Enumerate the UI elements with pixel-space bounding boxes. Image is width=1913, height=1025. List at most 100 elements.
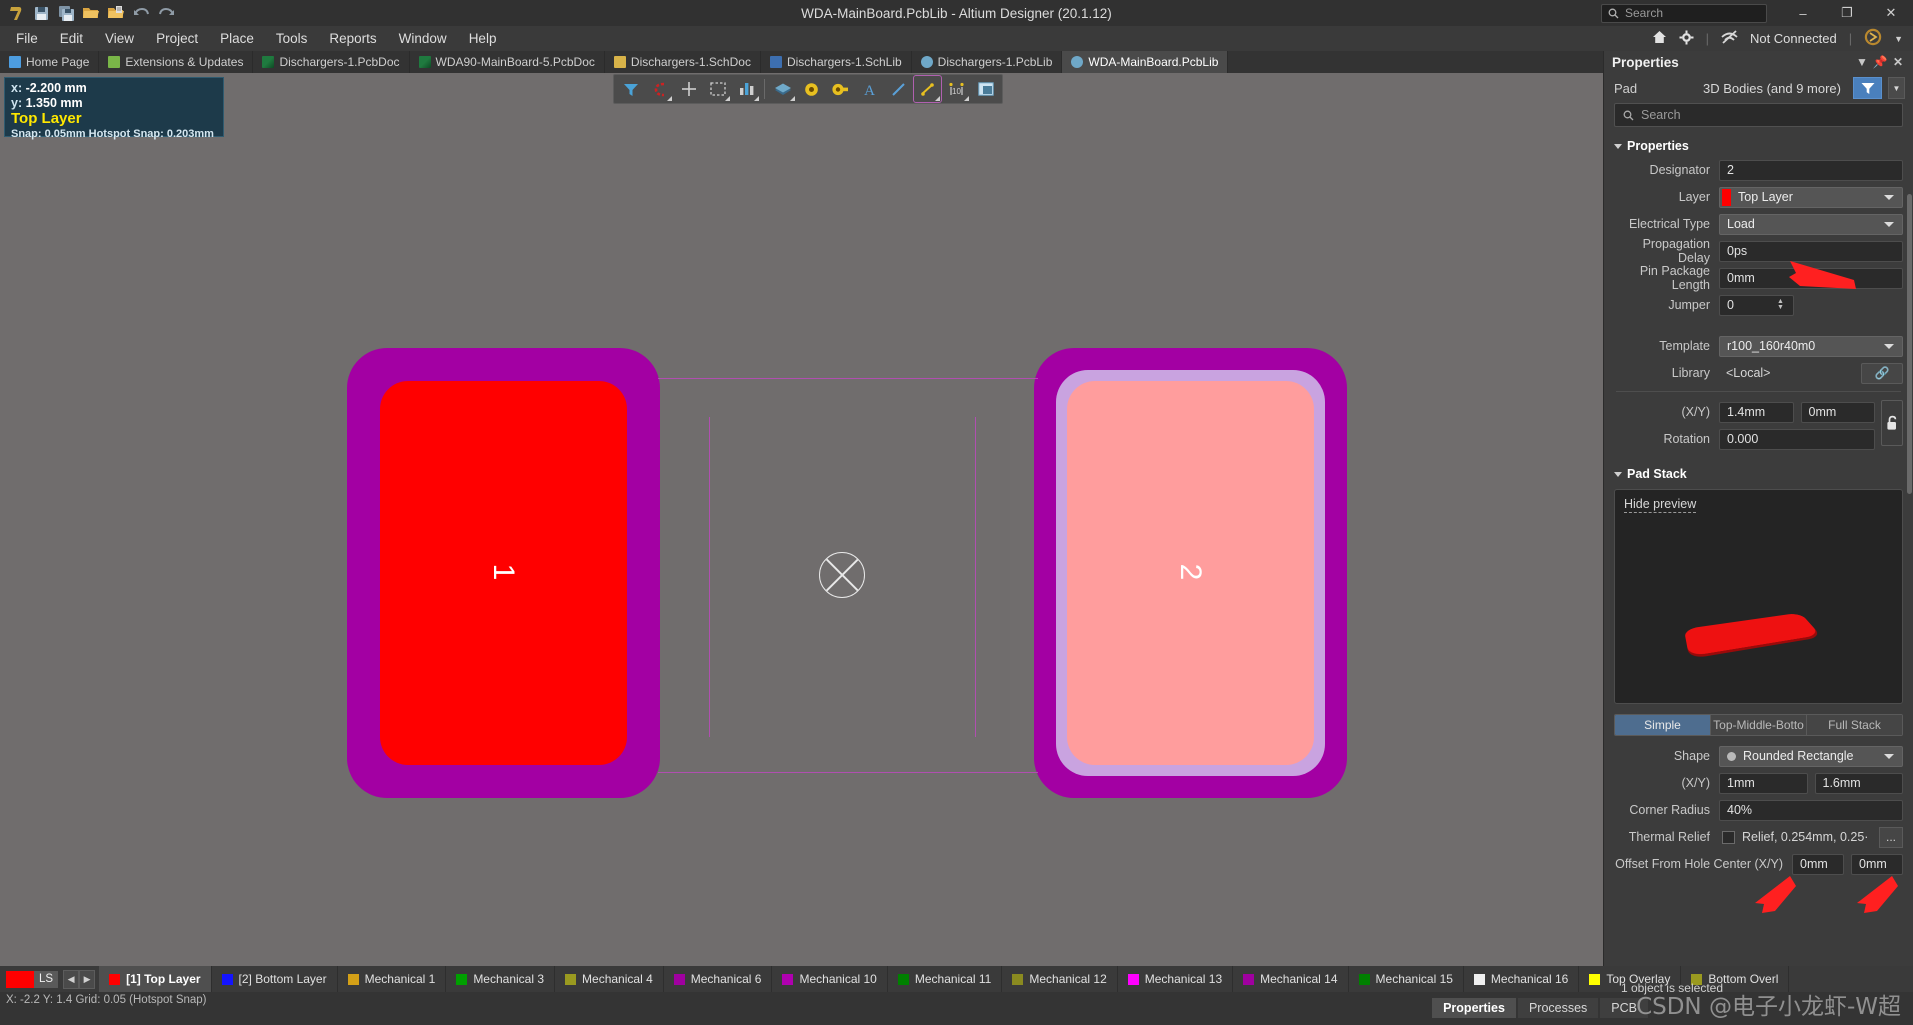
doctab-dischargers-1-schdoc[interactable]: Dischargers-1.SchDoc [605, 51, 761, 73]
chevron-right-icon[interactable]: ▶ [79, 969, 96, 989]
gear-icon[interactable] [1679, 30, 1694, 48]
dimension-icon[interactable] [913, 75, 942, 103]
corner-radius-input[interactable]: 40% [1719, 799, 1903, 821]
doctab-home-page[interactable]: Home Page [0, 51, 100, 73]
account-chevron-down-icon[interactable]: ▼ [1894, 34, 1903, 44]
close-button[interactable]: ✕ [1869, 0, 1913, 26]
pin-package-length-input[interactable]: 0mm [1719, 267, 1903, 289]
layer-tab-mechanical-4[interactable]: Mechanical 4 [555, 966, 664, 992]
layer-tab-mechanical-10[interactable]: Mechanical 10 [772, 966, 888, 992]
doctab-dischargers-1-pcbdoc[interactable]: Dischargers-1.PcbDoc [253, 51, 410, 73]
electrical-type-select[interactable]: Load [1719, 213, 1903, 235]
save-icon[interactable] [32, 5, 50, 21]
active-layer-color-swatch[interactable] [6, 970, 34, 988]
minimize-button[interactable]: – [1781, 0, 1825, 26]
doctab-extensions-updates[interactable]: Extensions & Updates [99, 51, 254, 73]
maximize-button[interactable]: ❐ [1825, 0, 1869, 26]
coordinate-icon[interactable]: 10 [943, 76, 970, 102]
tab-full-stack[interactable]: Full Stack [1807, 715, 1902, 735]
chevron-down-icon[interactable]: ▼ [1853, 55, 1871, 69]
position-y-input[interactable]: 0mm [1800, 401, 1875, 423]
section-header-properties[interactable]: Properties [1604, 134, 1913, 158]
pad-icon[interactable] [827, 76, 854, 102]
crosshair-icon[interactable] [675, 76, 702, 102]
offset-y-input[interactable]: 0mm [1851, 853, 1903, 875]
hide-preview-link[interactable]: Hide preview [1624, 497, 1697, 513]
thermal-relief-checkbox[interactable] [1722, 830, 1735, 844]
global-search-box[interactable]: Search [1601, 3, 1767, 23]
filter-dropdown-button[interactable]: ▼ [1888, 77, 1905, 99]
jumper-spin-buttons[interactable]: ▲ ▼ [1775, 298, 1786, 311]
layer-tab-mechanical-1[interactable]: Mechanical 1 [338, 966, 447, 992]
measure-icon[interactable] [733, 76, 760, 102]
menu-project[interactable]: Project [145, 26, 209, 51]
undo-icon[interactable] [132, 5, 150, 21]
size-x-input[interactable]: 1mm [1719, 772, 1808, 794]
layer-tab-mechanical-12[interactable]: Mechanical 12 [1002, 966, 1118, 992]
doctab-wda-mainboard-pcblib[interactable]: WDA-MainBoard.PcbLib [1062, 51, 1229, 73]
menu-window[interactable]: Window [388, 26, 458, 51]
filter-icon[interactable] [1853, 77, 1882, 99]
tab-simple[interactable]: Simple [1615, 715, 1711, 735]
layer-tab-mechanical-11[interactable]: Mechanical 11 [888, 966, 1003, 992]
open-project-icon[interactable] [107, 5, 125, 21]
offset-x-input[interactable]: 0mm [1792, 853, 1844, 875]
thermal-relief-more-button[interactable]: ... [1879, 826, 1903, 848]
home-icon[interactable] [1652, 30, 1667, 47]
link-icon[interactable]: 🔗 [1861, 362, 1903, 384]
shape-select[interactable]: Rounded Rectangle [1719, 745, 1903, 767]
layer-select[interactable]: Top Layer [1719, 186, 1903, 208]
select-area-icon[interactable] [704, 76, 731, 102]
menu-place[interactable]: Place [209, 26, 265, 51]
save-all-icon[interactable] [57, 5, 75, 21]
magnet-icon[interactable] [646, 76, 673, 102]
section-header-pad-stack[interactable]: Pad Stack [1604, 462, 1913, 486]
tab-top-middle-bottom[interactable]: Top-Middle-Botto [1711, 715, 1807, 735]
rotation-input[interactable]: 0.000 [1719, 428, 1875, 450]
pcb-canvas[interactable]: x: -2.200 mm y: 1.350 mm Top Layer Snap:… [0, 73, 1603, 992]
menu-edit[interactable]: Edit [49, 26, 94, 51]
text-icon[interactable]: A [856, 76, 883, 102]
position-x-input[interactable]: 1.4mm [1719, 401, 1794, 423]
menu-tools[interactable]: Tools [265, 26, 319, 51]
line-icon[interactable] [885, 76, 912, 102]
layer-tab-mechanical-3[interactable]: Mechanical 3 [446, 966, 556, 992]
polygon-icon[interactable] [972, 76, 999, 102]
panel-scrollbar[interactable] [1907, 194, 1912, 494]
unlock-icon[interactable] [1881, 400, 1903, 446]
menu-file[interactable]: File [5, 26, 49, 51]
doctab-dischargers-1-pcblib[interactable]: Dischargers-1.PcbLib [912, 51, 1063, 73]
layer-sets-button[interactable]: LS [34, 970, 59, 988]
designator-input[interactable]: 2 [1719, 159, 1903, 181]
doctab-dischargers-1-schlib[interactable]: Dischargers-1.SchLib [761, 51, 912, 73]
layer-tab-mechanical-16[interactable]: Mechanical 16 [1464, 966, 1580, 992]
layer-tab-bottom-layer[interactable]: [2] Bottom Layer [212, 966, 338, 992]
pad-stack-preview[interactable]: Hide preview [1614, 489, 1903, 704]
layer-tab-mechanical-14[interactable]: Mechanical 14 [1233, 966, 1349, 992]
menu-reports[interactable]: Reports [318, 26, 387, 51]
jumper-stepper[interactable]: 0 ▲ ▼ [1719, 294, 1794, 316]
layer-tab-mechanical-6[interactable]: Mechanical 6 [664, 966, 773, 992]
layer-tab-mechanical-13[interactable]: Mechanical 13 [1118, 966, 1234, 992]
filter-icon[interactable] [617, 76, 644, 102]
pad-2[interactable]: 2 [1034, 348, 1347, 798]
layer-tab-top-layer[interactable]: [1] Top Layer [99, 966, 212, 992]
layers-icon[interactable] [769, 76, 796, 102]
pin-icon[interactable]: 📌 [1871, 55, 1889, 69]
panel-tab-processes[interactable]: Processes [1517, 998, 1599, 1018]
chevron-left-icon[interactable]: ◀ [63, 969, 80, 989]
close-icon[interactable]: ✕ [1889, 55, 1907, 69]
via-icon[interactable] [798, 76, 825, 102]
redo-icon[interactable] [157, 5, 175, 21]
open-folder-icon[interactable] [82, 5, 100, 21]
menu-view[interactable]: View [94, 26, 145, 51]
account-icon[interactable] [1864, 28, 1882, 49]
panel-search-input[interactable]: Search [1614, 103, 1903, 127]
panel-scroll-area[interactable]: Properties Designator 2 Layer Top Layer … [1604, 134, 1913, 972]
panel-tab-properties[interactable]: Properties [1432, 998, 1516, 1018]
template-select[interactable]: r100_160r40m0 [1719, 335, 1903, 357]
propagation-delay-input[interactable]: 0ps [1719, 240, 1903, 262]
pad-1[interactable]: 1 [347, 348, 660, 798]
doctab-wda90-mainboard-5-pcbdoc[interactable]: WDA90-MainBoard-5.PcbDoc [410, 51, 605, 73]
layer-tab-mechanical-15[interactable]: Mechanical 15 [1349, 966, 1464, 992]
